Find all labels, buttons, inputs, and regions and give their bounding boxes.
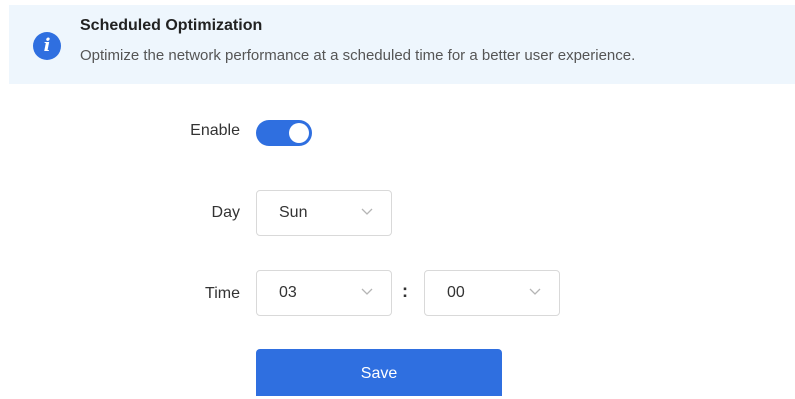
chevron-down-icon	[529, 288, 541, 295]
banner-title: Scheduled Optimization	[80, 17, 263, 34]
day-select[interactable]: Sun	[256, 190, 392, 236]
day-label: Day	[211, 204, 240, 221]
minute-select-value: 00	[447, 284, 465, 301]
enable-label: Enable	[190, 122, 240, 139]
chevron-down-icon	[361, 208, 373, 215]
toggle-knob	[289, 123, 309, 143]
time-separator: :	[402, 281, 408, 301]
time-label: Time	[205, 285, 240, 302]
hour-select[interactable]: 03	[256, 270, 392, 316]
banner-description: Optimize the network performance at a sc…	[80, 47, 636, 64]
minute-select[interactable]: 00	[424, 270, 560, 316]
save-button[interactable]: Save	[256, 349, 502, 396]
info-banner: i Scheduled Optimization Optimize the ne…	[9, 5, 795, 84]
info-icon: i	[33, 32, 61, 60]
hour-select-value: 03	[279, 284, 297, 301]
enable-toggle[interactable]	[256, 120, 312, 146]
chevron-down-icon	[361, 288, 373, 295]
day-select-value: Sun	[279, 204, 308, 221]
